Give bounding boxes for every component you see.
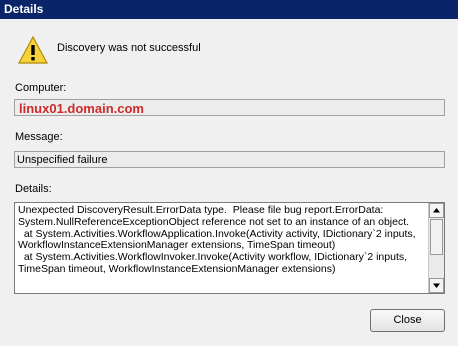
window-title: Details	[4, 2, 44, 16]
details-scrollbar[interactable]	[428, 203, 444, 293]
computer-field: linux01.domain.com	[14, 99, 445, 116]
scroll-up-button[interactable]	[429, 203, 444, 218]
title-bar: Details	[0, 0, 458, 19]
computer-value: linux01.domain.com	[19, 101, 144, 116]
computer-label: Computer:	[15, 82, 67, 94]
message-value: Unspecified failure	[17, 154, 108, 166]
close-button[interactable]: Close	[370, 309, 445, 332]
message-label: Message:	[15, 131, 63, 143]
details-dialog: Details Discovery was not successful Com…	[0, 0, 458, 346]
scroll-down-icon	[433, 283, 440, 288]
message-field: Unspecified failure	[14, 151, 445, 168]
scroll-up-icon	[433, 208, 440, 213]
status-message: Discovery was not successful	[57, 42, 201, 54]
details-textbox[interactable]: Unexpected DiscoveryResult.ErrorData typ…	[14, 202, 445, 294]
scroll-down-button[interactable]	[429, 278, 444, 293]
details-text: Unexpected DiscoveryResult.ErrorData typ…	[18, 204, 416, 275]
warning-icon	[18, 36, 48, 64]
scroll-thumb[interactable]	[430, 219, 443, 255]
details-label: Details:	[15, 183, 52, 195]
